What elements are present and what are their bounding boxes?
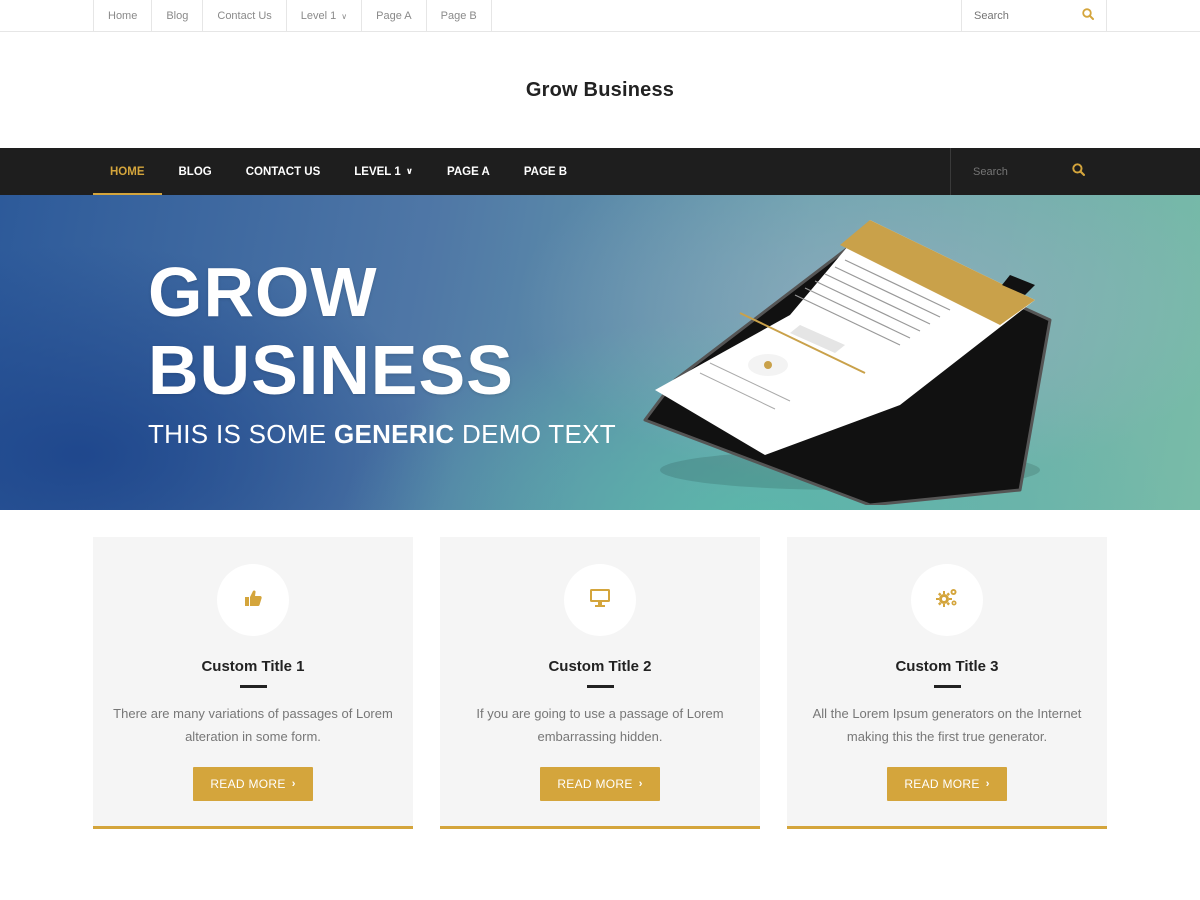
feature-text: If you are going to use a passage of Lor… — [476, 706, 724, 744]
main-nav-home[interactable]: HOME — [93, 148, 162, 195]
hero-subtitle: THIS IS SOME GENERIC DEMO TEXT — [148, 419, 616, 449]
top-nav-level-1[interactable]: Level 1 ∨ — [287, 0, 363, 32]
chevron-down-icon: ∨ — [341, 11, 348, 21]
main-nav-contact-us[interactable]: CONTACT US — [229, 148, 338, 195]
feature-card: Custom Title 2 If you are going to use a… — [440, 537, 760, 829]
thumbs-up-icon — [243, 588, 263, 613]
title-underline — [933, 685, 961, 688]
title-underline — [239, 685, 267, 688]
feature-icon-circle — [911, 564, 983, 636]
hero-banner: GROW BUSINESS THIS IS SOME GENERIC DEMO … — [0, 195, 1200, 510]
top-search — [961, 0, 1107, 32]
main-nav-level-1[interactable]: LEVEL 1 ∨ — [337, 148, 430, 195]
main-search — [950, 148, 1107, 195]
chevron-right-icon: › — [985, 778, 990, 790]
feature-card: Custom Title 1 There are many variations… — [93, 537, 413, 829]
top-nav: Home Blog Contact Us Level 1 ∨ Page A Pag… — [93, 0, 492, 32]
feature-title: Custom Title 1 — [201, 658, 305, 675]
read-more-button[interactable]: READ MORE › — [193, 767, 313, 801]
chevron-right-icon: › — [291, 778, 296, 790]
top-nav-page-a[interactable]: Page A — [362, 0, 427, 32]
read-more-button[interactable]: READ MORE › — [887, 767, 1007, 801]
main-menu: HOME BLOG CONTACT US LEVEL 1 ∨ PAGE A PAG… — [93, 148, 584, 195]
main-nav-page-a[interactable]: PAGE A — [430, 148, 507, 195]
feature-card: Custom Title 3 All the Lorem Ipsum gener… — [787, 537, 1107, 829]
search-icon[interactable] — [1072, 162, 1085, 181]
monitor-icon — [589, 588, 611, 613]
top-nav-home[interactable]: Home — [94, 0, 153, 32]
feature-text: All the Lorem Ipsum generators on the In… — [812, 706, 1082, 744]
feature-icon-circle — [564, 564, 636, 636]
title-underline — [586, 685, 614, 688]
chevron-down-icon: ∨ — [405, 166, 414, 176]
main-nav: HOME BLOG CONTACT US LEVEL 1 ∨ PAGE A PAG… — [0, 148, 1200, 195]
chevron-right-icon: › — [638, 778, 643, 790]
feature-icon-circle — [217, 564, 289, 636]
main-search-input[interactable] — [973, 165, 1063, 178]
main-nav-page-b[interactable]: PAGE B — [507, 148, 584, 195]
main-nav-blog[interactable]: BLOG — [162, 148, 229, 195]
phone-mockup-image — [643, 220, 1052, 505]
top-nav-blog[interactable]: Blog — [152, 0, 204, 32]
top-nav-page-b[interactable]: Page B — [427, 0, 492, 32]
feature-title: Custom Title 2 — [548, 658, 652, 675]
site-header: Grow Business — [0, 32, 1200, 148]
hero-title-line-1: GROW — [148, 253, 378, 331]
site-title[interactable]: Grow Business — [526, 79, 674, 102]
feature-text: There are many variations of passages of… — [113, 706, 393, 744]
search-icon[interactable] — [1082, 7, 1094, 25]
top-bar: Home Blog Contact Us Level 1 ∨ Page A Pag… — [0, 0, 1200, 32]
feature-title: Custom Title 3 — [895, 658, 999, 675]
hero-text: GROW BUSINESS THIS IS SOME GENERIC DEMO … — [148, 253, 616, 450]
features-section: Custom Title 1 There are many variations… — [93, 537, 1107, 829]
hero-title-line-2: BUSINESS — [148, 331, 514, 409]
gears-icon — [935, 587, 959, 614]
top-search-input[interactable] — [974, 10, 1074, 22]
read-more-button[interactable]: READ MORE › — [540, 767, 660, 801]
top-nav-contact-us[interactable]: Contact Us — [203, 0, 287, 32]
